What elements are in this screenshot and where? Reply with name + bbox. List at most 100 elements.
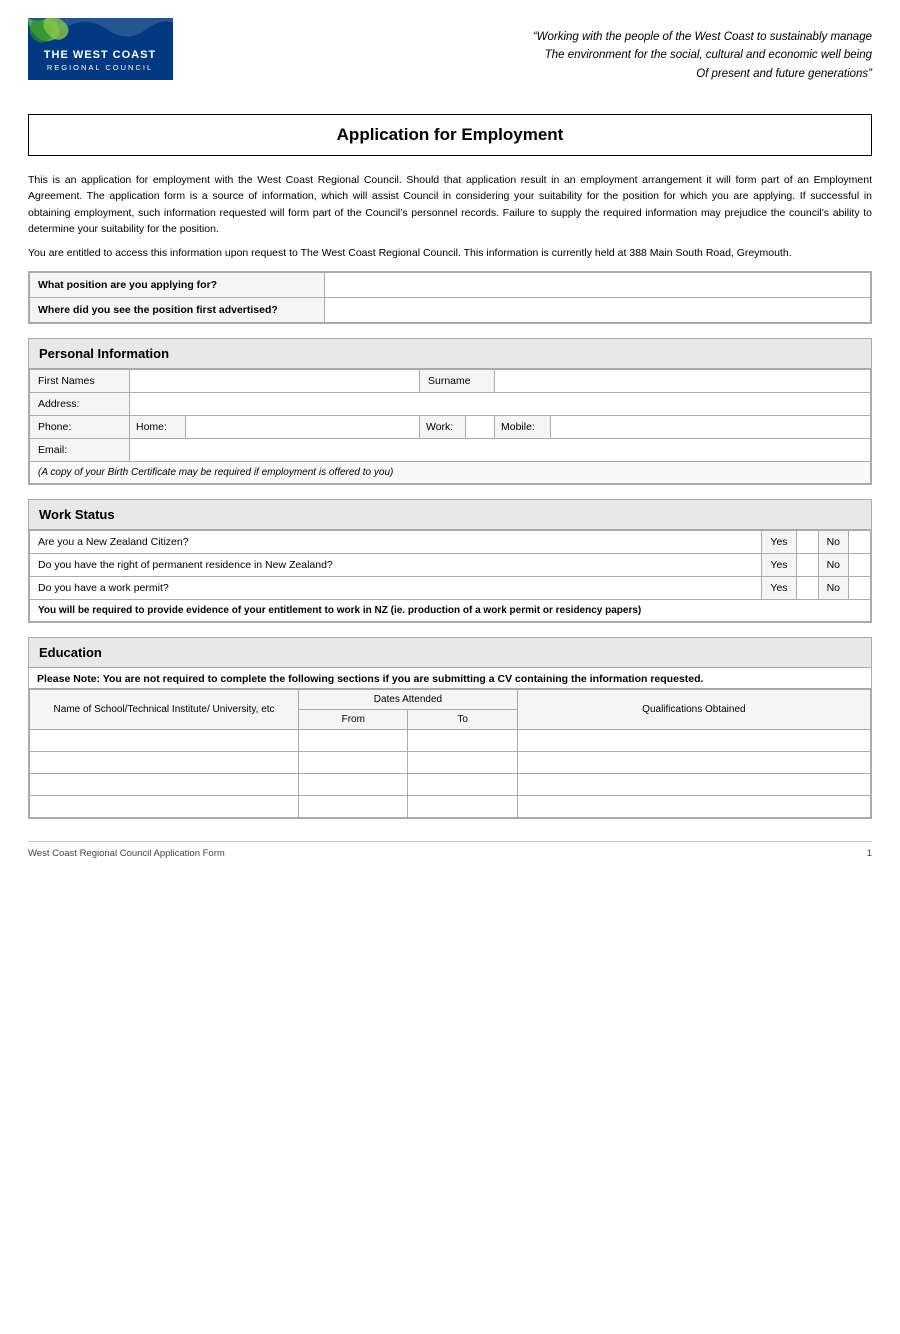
- first-names-value[interactable]: [130, 370, 420, 393]
- edu-header-row1: Name of School/Technical Institute/ Univ…: [30, 690, 871, 710]
- residence-yes-label: Yes: [762, 554, 796, 577]
- edu-qual-2[interactable]: [517, 752, 870, 774]
- education-section: Education Please Note: You are not requi…: [28, 637, 872, 819]
- work-notice-text: You will be required to provide evidence…: [30, 600, 871, 622]
- edu-from-4[interactable]: [299, 796, 408, 818]
- position-value[interactable]: [325, 273, 871, 298]
- page-header: THE WEST COAST REGIONAL COUNCIL “Working…: [28, 18, 872, 96]
- personal-info-table: First Names Surname Address: Phone: Home…: [29, 369, 871, 484]
- advertised-label: Where did you see the position first adv…: [30, 298, 325, 323]
- work-status-section: Work Status Are you a New Zealand Citize…: [28, 499, 872, 623]
- page-footer: West Coast Regional Council Application …: [28, 841, 872, 859]
- residence-question: Do you have the right of permanent resid…: [30, 554, 762, 577]
- edu-from-3[interactable]: [299, 774, 408, 796]
- edu-to-3[interactable]: [408, 774, 517, 796]
- surname-label: Surname: [420, 370, 495, 393]
- citizen-no-label: No: [818, 531, 848, 554]
- application-title-box: Application for Employment: [28, 114, 872, 156]
- edu-school-2[interactable]: [30, 752, 299, 774]
- permit-yes-label: Yes: [762, 577, 796, 600]
- birth-cert-row: (A copy of your Birth Certificate may be…: [30, 462, 871, 484]
- edu-tbody: [30, 730, 871, 818]
- edu-to-4[interactable]: [408, 796, 517, 818]
- work-subtable: Work:: [420, 416, 494, 438]
- mobile-subtable: Mobile:: [495, 416, 870, 438]
- personal-section-header: Personal Information: [29, 339, 871, 369]
- home-value[interactable]: [185, 416, 419, 438]
- education-notice: Please Note: You are not required to com…: [29, 668, 871, 689]
- work-status-header: Work Status: [29, 500, 871, 530]
- work-label: Work:: [420, 416, 465, 438]
- advertised-value[interactable]: [325, 298, 871, 323]
- edu-row-2: [30, 752, 871, 774]
- citizen-yes-label: Yes: [762, 531, 796, 554]
- edu-school-1[interactable]: [30, 730, 299, 752]
- logo-image: THE WEST COAST REGIONAL COUNCIL: [28, 18, 173, 96]
- phone-row: Phone: Home: Work:: [30, 416, 871, 439]
- edu-qual-1[interactable]: [517, 730, 870, 752]
- citizen-no-checkbox[interactable]: [849, 531, 871, 554]
- dates-col-header: Dates Attended: [299, 690, 518, 710]
- intro-text: This is an application for employment wi…: [28, 172, 872, 261]
- school-col-header: Name of School/Technical Institute/ Univ…: [30, 690, 299, 730]
- residence-yes-checkbox[interactable]: [796, 554, 818, 577]
- citizen-question: Are you a New Zealand Citizen?: [30, 531, 762, 554]
- from-col-header: From: [299, 710, 408, 730]
- position-row: What position are you applying for?: [30, 273, 871, 298]
- first-names-label: First Names: [30, 370, 130, 393]
- edu-row-1: [30, 730, 871, 752]
- residence-no-checkbox[interactable]: [849, 554, 871, 577]
- position-label: What position are you applying for?: [30, 273, 325, 298]
- permit-no-checkbox[interactable]: [849, 577, 871, 600]
- position-table: What position are you applying for? Wher…: [29, 272, 871, 323]
- address-row: Address:: [30, 393, 871, 416]
- address-label: Address:: [30, 393, 130, 416]
- edu-school-4[interactable]: [30, 796, 299, 818]
- education-table: Name of School/Technical Institute/ Univ…: [29, 689, 871, 818]
- svg-text:THE WEST COAST: THE WEST COAST: [44, 49, 156, 61]
- birth-cert-note: (A copy of your Birth Certificate may be…: [30, 462, 871, 484]
- work-notice-row: You will be required to provide evidence…: [30, 600, 871, 622]
- position-section: What position are you applying for? Wher…: [28, 271, 872, 324]
- phone-label: Phone:: [30, 416, 130, 439]
- edu-from-2[interactable]: [299, 752, 408, 774]
- mobile-value[interactable]: [550, 416, 870, 438]
- edu-from-1[interactable]: [299, 730, 408, 752]
- permit-no-label: No: [818, 577, 848, 600]
- edu-row-4: [30, 796, 871, 818]
- intro-para2: You are entitled to access this informat…: [28, 245, 872, 261]
- email-value[interactable]: [130, 439, 871, 462]
- work-value[interactable]: [465, 416, 494, 438]
- svg-text:REGIONAL COUNCIL: REGIONAL COUNCIL: [47, 63, 153, 72]
- edu-to-1[interactable]: [408, 730, 517, 752]
- footer-left: West Coast Regional Council Application …: [28, 848, 225, 859]
- intro-para1: This is an application for employment wi…: [28, 172, 872, 237]
- citizen-row: Are you a New Zealand Citizen? Yes No: [30, 531, 871, 554]
- permit-question: Do you have a work permit?: [30, 577, 762, 600]
- personal-section: Personal Information First Names Surname…: [28, 338, 872, 485]
- edu-qual-3[interactable]: [517, 774, 870, 796]
- email-label: Email:: [30, 439, 130, 462]
- surname-value[interactable]: [495, 370, 871, 393]
- permit-row: Do you have a work permit? Yes No: [30, 577, 871, 600]
- phone-subtable: Home:: [130, 416, 419, 438]
- edu-school-3[interactable]: [30, 774, 299, 796]
- residence-no-label: No: [818, 554, 848, 577]
- residence-row: Do you have the right of permanent resid…: [30, 554, 871, 577]
- citizen-yes-checkbox[interactable]: [796, 531, 818, 554]
- footer-right: 1: [867, 848, 872, 859]
- edu-row-3: [30, 774, 871, 796]
- edu-to-2[interactable]: [408, 752, 517, 774]
- to-col-header: To: [408, 710, 517, 730]
- home-label: Home:: [130, 416, 185, 438]
- email-row: Email:: [30, 439, 871, 462]
- edu-qual-4[interactable]: [517, 796, 870, 818]
- work-status-table: Are you a New Zealand Citizen? Yes No Do…: [29, 530, 871, 622]
- logo-area: THE WEST COAST REGIONAL COUNCIL: [28, 18, 183, 96]
- advertised-row: Where did you see the position first adv…: [30, 298, 871, 323]
- address-value[interactable]: [130, 393, 871, 416]
- permit-yes-checkbox[interactable]: [796, 577, 818, 600]
- education-header: Education: [29, 638, 871, 668]
- mobile-label: Mobile:: [495, 416, 550, 438]
- qual-col-header: Qualifications Obtained: [517, 690, 870, 730]
